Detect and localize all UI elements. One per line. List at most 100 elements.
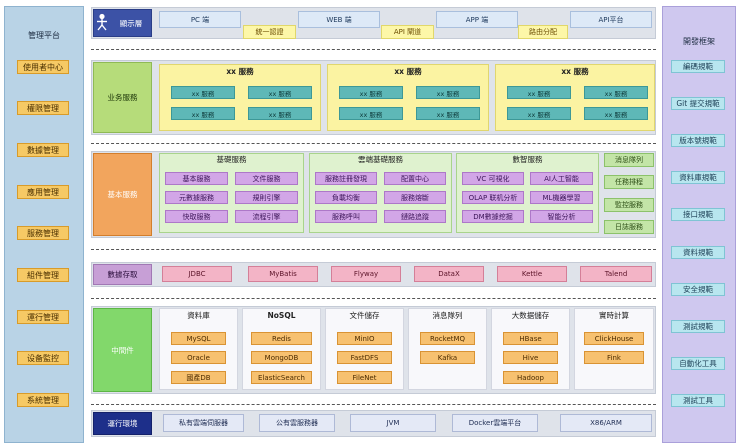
runtime-label: 運行環境: [93, 412, 152, 435]
business-group-2-item[interactable]: xx 服務: [339, 107, 403, 120]
basic-side-logging[interactable]: 日誌服務: [604, 220, 654, 234]
left-nav-user-center[interactable]: 使用者中心: [17, 60, 69, 74]
basic-group-1-item[interactable]: 快取服務: [165, 210, 228, 223]
middleware-item-hive[interactable]: Hive: [503, 351, 558, 364]
middleware-item-mysql[interactable]: MySQL: [171, 332, 226, 345]
left-nav-service-management[interactable]: 服務管理: [17, 226, 69, 240]
middleware-item-redis[interactable]: Redis: [251, 332, 312, 345]
left-nav-device-monitor[interactable]: 设备監控: [17, 351, 69, 365]
basic-group-3-title: 數智服務: [512, 155, 543, 164]
data-access-jdbc[interactable]: JDBC: [162, 266, 232, 282]
basic-group-1-title: 基礎服務: [216, 155, 247, 164]
basic-side-message-queue[interactable]: 消息隊列: [604, 153, 654, 167]
middleware-item-fastdfs[interactable]: FastDFS: [337, 351, 392, 364]
middleware-group-title: 實時計算: [599, 311, 629, 320]
business-group-2-item[interactable]: xx 服務: [416, 107, 480, 120]
business-group-2-item[interactable]: xx 服務: [416, 86, 480, 99]
right-nav-test-tools[interactable]: 測試工具: [671, 394, 725, 407]
runtime-private-cloud[interactable]: 私有雲端伺服器: [163, 414, 244, 432]
dev-framework-title: 開發框架: [683, 36, 715, 46]
middleware-item-domestic-db[interactable]: 國產DB: [171, 371, 226, 384]
gateway-routing[interactable]: 路由分配: [518, 25, 568, 39]
business-group-1-title: xx 服務: [226, 66, 254, 76]
data-access-flyway[interactable]: Flyway: [331, 266, 401, 282]
layer-divider: [91, 143, 656, 144]
runtime-jvm[interactable]: JVM: [350, 414, 436, 432]
basic-group-3-item[interactable]: VC 可視化: [462, 172, 524, 185]
gateway-api[interactable]: API 閘道: [381, 25, 434, 39]
basic-group-2-title: 雲端基礎服務: [358, 155, 403, 164]
basic-group-2-item[interactable]: 服務熔斷: [384, 191, 446, 204]
basic-group-1-item[interactable]: 流程引擎: [235, 210, 298, 223]
middleware-item-hadoop[interactable]: Hadoop: [503, 371, 558, 384]
business-group-2-item[interactable]: xx 服務: [339, 86, 403, 99]
middleware-item-clickhouse[interactable]: ClickHouse: [584, 332, 644, 345]
basic-group-2-item[interactable]: 服務呼叫: [315, 210, 377, 223]
basic-group-3-item[interactable]: 智能分析: [530, 210, 593, 223]
runtime-x86-arm[interactable]: X86/ARM: [560, 414, 652, 432]
basic-group-3-item[interactable]: ML機器學習: [530, 191, 593, 204]
business-group-1-item[interactable]: xx 服務: [171, 107, 235, 120]
layer-divider: [91, 404, 656, 405]
middleware-group-title: 文件儲存: [349, 311, 380, 320]
basic-group-2-item[interactable]: 配置中心: [384, 172, 446, 185]
business-services-label: 业务服務: [93, 62, 152, 133]
middleware-item-filenet[interactable]: FileNet: [337, 371, 392, 384]
business-group-1-item[interactable]: xx 服務: [248, 107, 312, 120]
basic-group-1-item[interactable]: 文件服務: [235, 172, 298, 185]
data-access-mybatis[interactable]: MyBatis: [248, 266, 318, 282]
left-nav-system-management[interactable]: 系統管理: [17, 393, 69, 407]
business-group-1-item[interactable]: xx 服務: [248, 86, 312, 99]
gateway-unified-auth[interactable]: 統一認證: [243, 25, 296, 39]
client-pc[interactable]: PC 端: [159, 11, 241, 28]
left-nav-app-management[interactable]: 應用管理: [17, 185, 69, 199]
data-access-talend[interactable]: Talend: [580, 266, 652, 282]
basic-group-2-item[interactable]: 鏈路追蹤: [384, 210, 446, 223]
basic-group-1-item[interactable]: 元數據服務: [165, 191, 228, 204]
middleware-item-hbase[interactable]: HBase: [503, 332, 558, 345]
basic-group-1-item[interactable]: 規則引擎: [235, 191, 298, 204]
right-nav-security-standard[interactable]: 安全規範: [671, 283, 725, 296]
right-nav-test-standard[interactable]: 測試規範: [671, 320, 725, 333]
right-nav-data-standard[interactable]: 資料規範: [671, 246, 725, 259]
basic-group-2-item[interactable]: 負載均衡: [315, 191, 377, 204]
right-nav-automation-tools[interactable]: 自動化工具: [671, 357, 725, 370]
client-api-platform[interactable]: API平台: [570, 11, 652, 28]
right-nav-coding-standard[interactable]: 編碼規範: [671, 60, 725, 73]
basic-group-3-item[interactable]: AI人工智能: [530, 172, 593, 185]
client-web[interactable]: WEB 端: [298, 11, 380, 28]
right-nav-interface-standard[interactable]: 接口規範: [671, 208, 725, 221]
business-group-3-item[interactable]: xx 服務: [584, 86, 648, 99]
right-nav-version-standard[interactable]: 版本號規範: [671, 134, 725, 147]
middleware-group-title: 資料庫: [187, 311, 210, 320]
right-nav-database-standard[interactable]: 資料庫規範: [671, 171, 725, 184]
middleware-item-minio[interactable]: MinIO: [337, 332, 392, 345]
data-access-datax[interactable]: DataX: [414, 266, 484, 282]
basic-side-task-scheduling[interactable]: 任務排程: [604, 175, 654, 189]
client-app[interactable]: APP 端: [436, 11, 518, 28]
middleware-item-rocketmq[interactable]: RocketMQ: [420, 332, 475, 345]
business-group-3-item[interactable]: xx 服務: [507, 107, 571, 120]
business-group-1-item[interactable]: xx 服務: [171, 86, 235, 99]
business-group-3-item[interactable]: xx 服務: [507, 86, 571, 99]
display-layer-label: 顯示層: [119, 18, 143, 28]
left-nav-permissions[interactable]: 權限管理: [17, 101, 69, 115]
runtime-docker-cloud[interactable]: Docker雲端平台: [452, 414, 538, 432]
basic-group-2-item[interactable]: 服務註冊發現: [315, 172, 377, 185]
middleware-item-fink[interactable]: Fink: [584, 351, 644, 364]
middleware-item-oracle[interactable]: Oracle: [171, 351, 226, 364]
middleware-item-mongodb[interactable]: MongoDB: [251, 351, 312, 364]
basic-group-3-item[interactable]: DM數據挖掘: [462, 210, 524, 223]
left-nav-data-management[interactable]: 數據管理: [17, 143, 69, 157]
data-access-kettle[interactable]: Kettle: [497, 266, 567, 282]
middleware-item-elasticsearch[interactable]: ElasticSearch: [251, 371, 312, 384]
runtime-public-cloud[interactable]: 公有雲服務器: [259, 414, 335, 432]
basic-side-monitoring[interactable]: 監控服務: [604, 198, 654, 212]
business-group-3-item[interactable]: xx 服務: [584, 107, 648, 120]
basic-group-3-item[interactable]: OLAP 联机分析: [462, 191, 524, 204]
right-nav-git-standard[interactable]: Git 提交規範: [671, 97, 725, 110]
left-nav-component-management[interactable]: 組件管理: [17, 268, 69, 282]
left-nav-run-management[interactable]: 運行管理: [17, 310, 69, 324]
basic-group-1-item[interactable]: 基本服務: [165, 172, 228, 185]
middleware-item-kafka[interactable]: Kafka: [420, 351, 475, 364]
